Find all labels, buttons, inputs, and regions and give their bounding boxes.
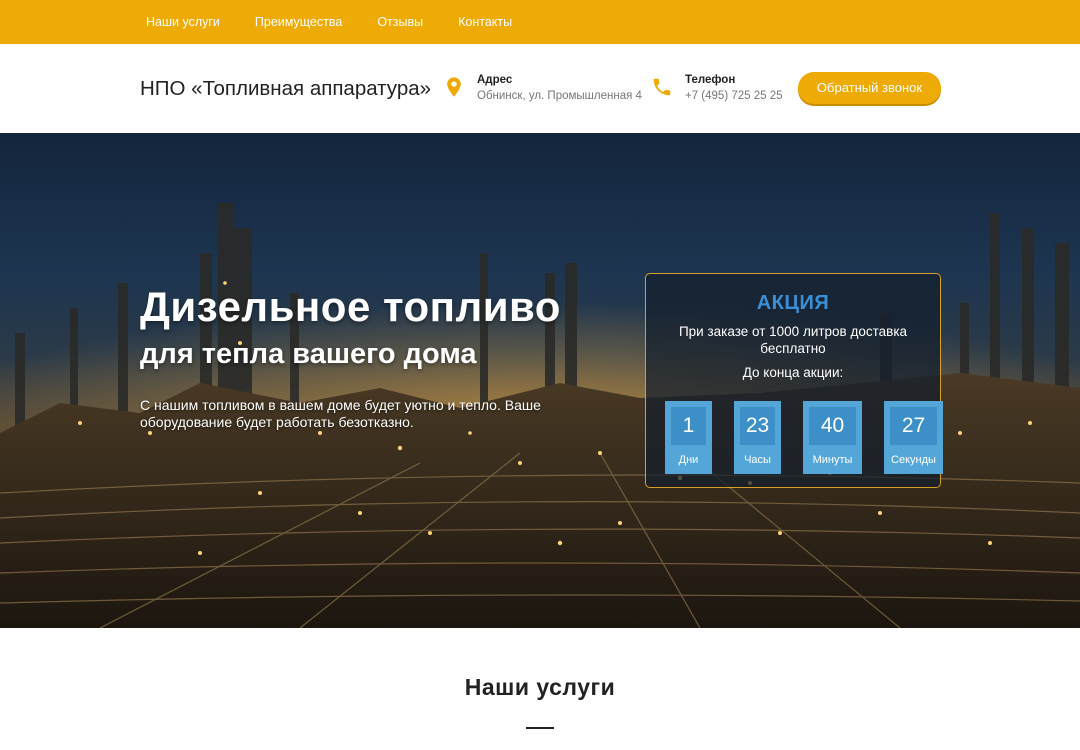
hero-subtitle: для тепла вашего дома xyxy=(140,338,477,370)
timer-seconds-value: 27 xyxy=(890,407,937,445)
promo-title: АКЦИЯ xyxy=(756,292,830,314)
nav-item-reviews[interactable]: Отзывы xyxy=(377,15,423,29)
address-value: Обнинск, ул. Промышленная 4 xyxy=(477,90,642,102)
phone-text: Телефон +7 (495) 725 25 25 xyxy=(685,72,783,104)
promo-text: При заказе от 1000 литров доставка беспл… xyxy=(678,324,908,356)
promo-box: АКЦИЯ При заказе от 1000 литров доставка… xyxy=(645,273,943,488)
map-pin-icon xyxy=(447,77,461,97)
timer-days-value: 1 xyxy=(671,407,706,445)
timer-hours-value: 23 xyxy=(740,407,775,445)
nav-item-advantages[interactable]: Преимущества xyxy=(255,15,342,29)
top-navigation: Наши услуги Преимущества Отзывы Контакты xyxy=(0,0,1080,44)
timer-minutes: 40 Минуты xyxy=(803,401,862,474)
hero-description: С нашим топливом в вашем доме будет уютн… xyxy=(140,397,541,430)
hero-section: Дизельное топливо для тепла вашего дома … xyxy=(0,133,1080,628)
section-divider xyxy=(526,727,554,729)
services-title: Наши услуги xyxy=(464,674,616,700)
timer-days: 1 Дни xyxy=(665,401,712,474)
timer-hours: 23 Часы xyxy=(734,401,781,474)
hero-title: Дизельное топливо xyxy=(140,283,561,330)
phone-label: Телефон xyxy=(685,74,736,86)
nav-item-services[interactable]: Наши услуги xyxy=(146,15,220,29)
timer-seconds-unit: Секунды xyxy=(891,454,936,466)
phone-icon xyxy=(653,78,671,96)
timer-seconds: 27 Секунды xyxy=(884,401,943,474)
timer-hours-unit: Часы xyxy=(744,454,771,466)
phone-block: Телефон +7 (495) 725 25 25 xyxy=(651,72,783,104)
countdown-timer: 1 Дни 23 Часы 40 Минуты 27 Секунды xyxy=(665,401,943,474)
callback-button[interactable]: Обратный звонок xyxy=(798,72,941,104)
promo-until-label: До конца акции: xyxy=(742,365,844,380)
phone-value[interactable]: +7 (495) 725 25 25 xyxy=(685,88,783,104)
nav-item-contacts[interactable]: Контакты xyxy=(458,15,512,29)
address-text: Адрес Обнинск, ул. Промышленная 4 xyxy=(477,72,642,104)
site-header: НПО «Топливная аппаратура» Адрес Обнинск… xyxy=(0,44,1080,133)
nav-menu: Наши услуги Преимущества Отзывы Контакты xyxy=(146,0,547,44)
timer-minutes-unit: Минуты xyxy=(812,454,853,466)
timer-days-unit: Дни xyxy=(678,454,699,466)
brand-name[interactable]: НПО «Топливная аппаратура» xyxy=(140,77,431,101)
timer-minutes-value: 40 xyxy=(809,407,856,445)
address-block: Адрес Обнинск, ул. Промышленная 4 xyxy=(443,72,642,104)
address-label: Адрес xyxy=(477,74,513,86)
